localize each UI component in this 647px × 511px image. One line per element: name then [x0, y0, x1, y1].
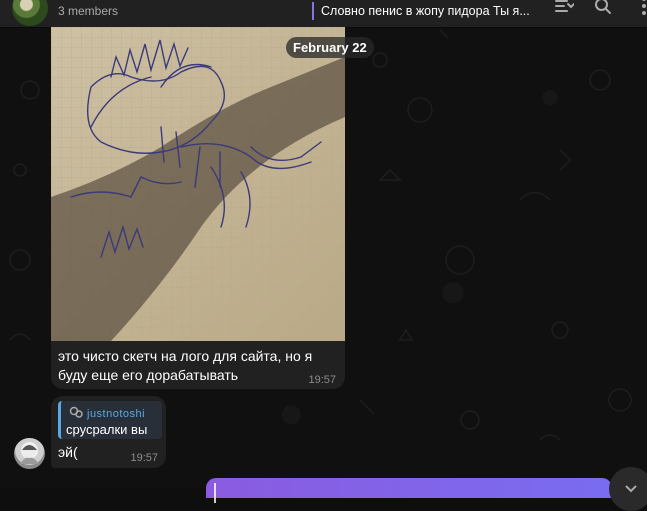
- pinned-message-bar[interactable]: Словно пенис в жопу пидора Ты я...: [312, 2, 541, 20]
- more-vertical-icon: [641, 0, 647, 21]
- sketch-photo[interactable]: [51, 27, 345, 341]
- chat-header: 3 members Словно пенис в жопу пидора Ты …: [0, 0, 647, 28]
- chat-group-avatar[interactable]: [12, 0, 48, 26]
- photo-message-bubble[interactable]: это чисто скетч на лого для сайта, но я …: [51, 27, 345, 389]
- pinned-list-button[interactable]: [552, 0, 576, 19]
- message-text: эй(: [58, 444, 78, 460]
- reply-text: срусралки вы: [66, 422, 148, 437]
- reply-message-bubble[interactable]: justnotoshi срусралки вы эй( 19:57: [51, 396, 166, 468]
- arrow-down-icon: [624, 481, 638, 499]
- search-icon: [594, 0, 612, 20]
- members-count[interactable]: 3 members: [58, 4, 118, 18]
- pinned-list-icon: [554, 0, 575, 19]
- message-time: 19:57: [308, 374, 336, 386]
- photo-caption: это чисто скетч на лого для сайта, но я …: [58, 348, 313, 383]
- outgoing-message-bubble[interactable]: [206, 478, 612, 503]
- more-button[interactable]: [632, 0, 647, 19]
- pinned-message-text: Словно пенис в жопу пидора Ты я...: [321, 4, 530, 18]
- message-time: 19:57: [130, 452, 158, 464]
- link-chain-icon: [69, 406, 84, 421]
- reply-sender: justnotoshi: [69, 406, 145, 421]
- sender-avatar[interactable]: [14, 438, 45, 469]
- reply-quote[interactable]: justnotoshi срусралки вы: [58, 401, 162, 439]
- reply-sender-name: justnotoshi: [87, 407, 146, 420]
- search-button[interactable]: [591, 0, 615, 19]
- date-separator: February 22: [286, 37, 374, 58]
- scroll-down-button[interactable]: [609, 467, 647, 511]
